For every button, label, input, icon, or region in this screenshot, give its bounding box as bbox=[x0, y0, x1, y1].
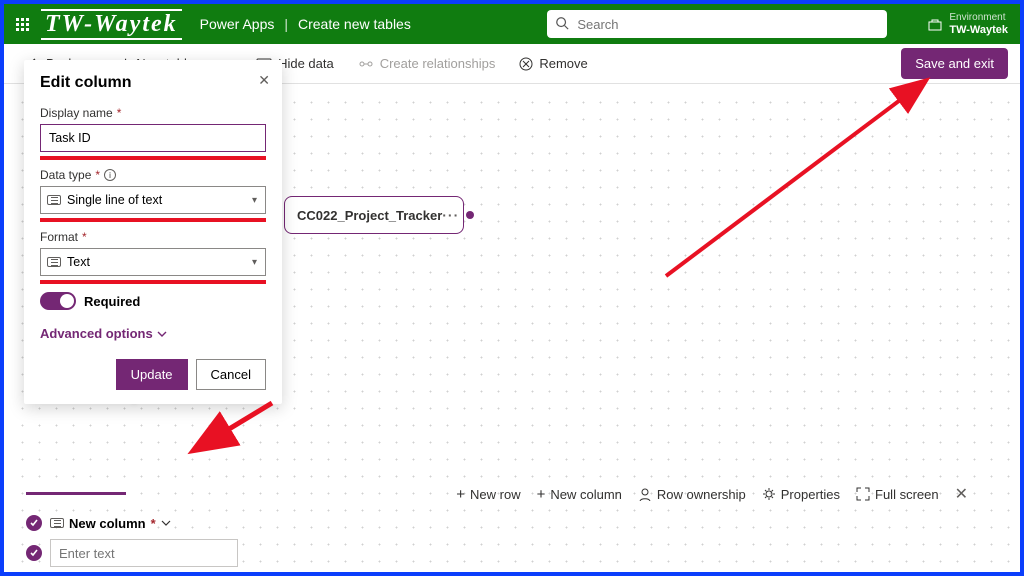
remove-icon bbox=[519, 57, 533, 71]
table-node-label: CC022_Project_Tracker bbox=[297, 208, 442, 223]
cell-input[interactable] bbox=[50, 539, 238, 567]
close-icon[interactable]: ✕ bbox=[258, 72, 270, 89]
format-label: Format* bbox=[40, 230, 266, 244]
text-type-icon bbox=[47, 257, 61, 267]
row-checkbox[interactable] bbox=[26, 545, 42, 561]
chevron-down-icon[interactable] bbox=[161, 518, 171, 528]
create-relationships-button: Create relationships bbox=[348, 50, 506, 77]
annotation-underline bbox=[40, 218, 266, 222]
row-ownership-button[interactable]: Row ownership bbox=[638, 487, 746, 502]
person-icon bbox=[638, 487, 652, 501]
breadcrumb-app[interactable]: Power Apps bbox=[200, 16, 275, 32]
chevron-down-icon: ▾ bbox=[252, 195, 257, 206]
required-toggle[interactable] bbox=[40, 292, 76, 310]
grid-toolbar: +New row +New column Row ownership Prope… bbox=[456, 484, 968, 504]
format-select[interactable]: Text▾ bbox=[40, 248, 266, 276]
chevron-down-icon: ▾ bbox=[252, 257, 257, 268]
remove-button[interactable]: Remove bbox=[509, 50, 597, 77]
save-and-exit-button[interactable]: Save and exit bbox=[901, 48, 1008, 79]
breadcrumb-page: Create new tables bbox=[298, 16, 411, 32]
update-button[interactable]: Update bbox=[116, 359, 188, 390]
panel-title: Edit column bbox=[40, 74, 266, 92]
text-type-icon bbox=[47, 195, 61, 205]
info-icon[interactable]: i bbox=[104, 169, 116, 181]
chevron-down-icon bbox=[157, 329, 167, 339]
advanced-options-toggle[interactable]: Advanced options bbox=[40, 326, 266, 341]
more-icon[interactable]: ··· bbox=[442, 207, 459, 223]
required-label: Required bbox=[84, 294, 140, 309]
fullscreen-icon bbox=[856, 487, 870, 501]
brand-logo: TW-Waytek bbox=[41, 9, 182, 40]
search-icon bbox=[555, 16, 569, 30]
annotation-underline bbox=[40, 280, 266, 284]
cancel-button[interactable]: Cancel bbox=[196, 359, 266, 390]
app-launcher-icon[interactable] bbox=[16, 18, 29, 31]
full-screen-button[interactable]: Full screen bbox=[856, 487, 939, 502]
table-node[interactable]: CC022_Project_Tracker ··· bbox=[284, 196, 464, 234]
display-name-label: Display name* bbox=[40, 106, 266, 120]
annotation-underline bbox=[40, 156, 266, 160]
new-row-button[interactable]: +New row bbox=[456, 486, 520, 503]
breadcrumb: Power Apps | Create new tables bbox=[200, 16, 411, 32]
data-type-select[interactable]: Single line of text▾ bbox=[40, 186, 266, 214]
data-grid: +New row +New column Row ownership Prope… bbox=[26, 492, 1000, 567]
search-input[interactable] bbox=[547, 10, 887, 38]
relationships-icon bbox=[358, 58, 374, 70]
select-all-checkbox[interactable] bbox=[26, 515, 42, 531]
header: TW-Waytek Power Apps | Create new tables… bbox=[4, 4, 1020, 44]
edit-column-panel: ✕ Edit column Display name* Data type*i … bbox=[24, 60, 282, 404]
column-header[interactable]: New column* bbox=[50, 516, 171, 531]
close-grid-button[interactable]: ✕ bbox=[955, 484, 968, 504]
environment-icon bbox=[927, 16, 943, 32]
properties-button[interactable]: Properties bbox=[762, 487, 840, 502]
node-connector[interactable] bbox=[466, 211, 474, 219]
new-column-button[interactable]: +New column bbox=[537, 486, 622, 503]
display-name-input[interactable] bbox=[40, 124, 266, 152]
environment-picker[interactable]: Environment TW-Waytek bbox=[949, 11, 1008, 37]
data-type-label: Data type*i bbox=[40, 168, 266, 182]
text-type-icon bbox=[50, 518, 64, 528]
gear-icon bbox=[762, 487, 776, 501]
